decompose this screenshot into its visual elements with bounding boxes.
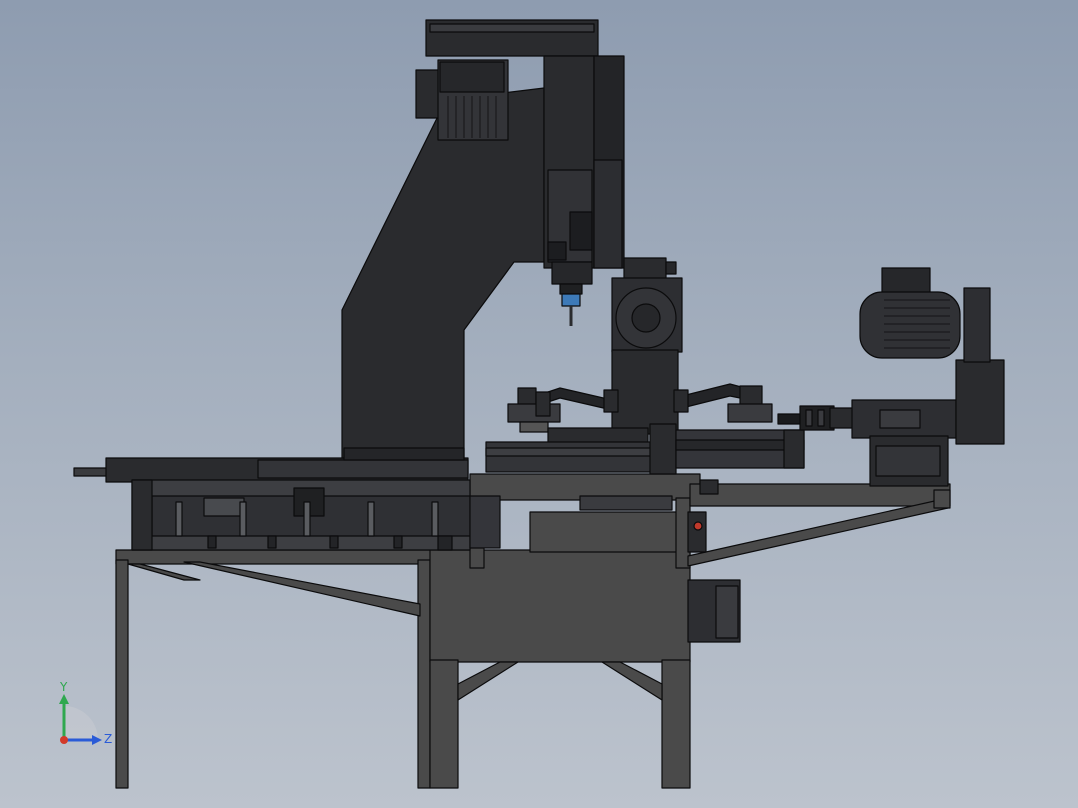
cad-assembly-model[interactable] [0,0,1078,808]
y-axis-label: Y [60,680,68,694]
x-axis-dot [60,736,68,744]
drive-coupling[interactable] [777,405,855,431]
right-bracket[interactable] [687,483,951,567]
side-motor[interactable] [687,511,741,643]
rotary-indexer[interactable] [611,257,683,435]
graphics-viewport[interactable]: Y Z [0,0,1078,808]
gear-motor-assembly[interactable] [851,267,1005,487]
view-orientation-triad[interactable]: Y Z [48,680,118,750]
z-axis-label: Z [104,732,113,746]
left-support-frame[interactable] [115,549,433,789]
linear-axis-base[interactable] [73,457,501,551]
y-axis-arrow [59,694,69,704]
triad-arc [64,706,98,740]
